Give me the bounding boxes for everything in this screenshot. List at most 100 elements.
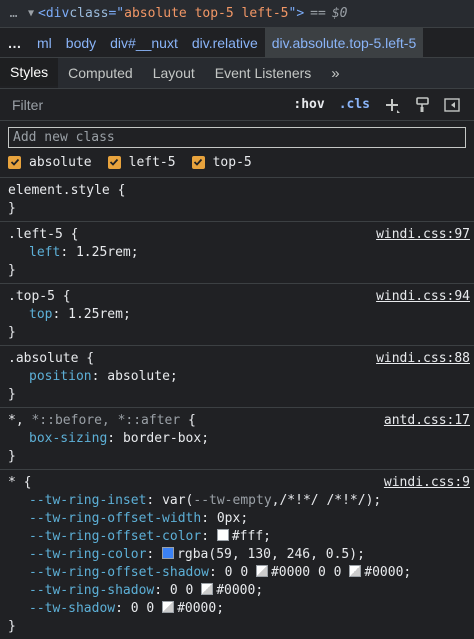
declaration[interactable]: position: absolute; — [8, 368, 466, 386]
property-name[interactable]: top — [29, 307, 52, 322]
var-fallback[interactable]: --tw-empty — [193, 493, 271, 508]
property-value[interactable]: border-box — [123, 431, 201, 446]
console-ref: $0 — [331, 6, 348, 21]
property-value[interactable]: 0 0 — [310, 565, 349, 580]
property-value[interactable]: 1.25rem — [76, 245, 131, 260]
paint-icon[interactable] — [414, 96, 430, 113]
class-label: absolute — [29, 154, 92, 170]
more-tabs-icon[interactable]: » — [321, 58, 349, 88]
declaration[interactable]: --tw-ring-color: rgba(59, 130, 246, 0.5)… — [8, 546, 466, 564]
class-toggle-top-5[interactable]: top-5 — [191, 155, 252, 170]
rule-left-5[interactable]: windi.css:97 .left-5 { left: 1.25rem; } — [0, 222, 474, 284]
source-link[interactable]: windi.css:94 — [376, 288, 470, 306]
checkbox-checked-icon[interactable] — [191, 155, 205, 169]
property-value[interactable]: var( — [162, 493, 193, 508]
property-value[interactable]: rgba(59, 130, 246, 0.5); — [177, 547, 365, 562]
property-value[interactable]: #fff; — [232, 529, 271, 544]
property-name[interactable]: --tw-ring-color — [29, 547, 146, 562]
property-value[interactable]: #0000; — [364, 565, 411, 580]
brace-close: } — [8, 449, 16, 464]
color-swatch[interactable] — [255, 565, 268, 577]
new-style-rule-icon[interactable] — [384, 97, 400, 113]
property-name[interactable]: --tw-ring-offset-color — [29, 529, 201, 544]
rule-selector[interactable]: * — [8, 475, 16, 490]
declaration[interactable]: --tw-ring-shadow: 0 0 #0000; — [8, 582, 466, 600]
property-name[interactable]: box-sizing — [29, 431, 107, 446]
color-swatch[interactable] — [349, 565, 362, 577]
rule-universal[interactable]: antd.css:17 *, *::before, *::after { box… — [0, 408, 474, 470]
class-label: left-5 — [128, 154, 176, 170]
checkbox-checked-icon[interactable] — [107, 155, 121, 169]
property-value[interactable]: 1.25rem — [68, 307, 123, 322]
source-link[interactable]: windi.css:88 — [376, 350, 470, 368]
class-toggle-absolute[interactable]: absolute — [8, 155, 92, 170]
brace-close: } — [8, 387, 16, 402]
property-name[interactable]: --tw-ring-offset-width — [29, 511, 201, 526]
property-value[interactable]: #0000; — [177, 601, 224, 616]
property-value[interactable]: ,/*!*/ /*!*/); — [272, 493, 382, 508]
selected-node-line[interactable]: … ▼ <div class =" absolute top-5 left-5 "> … — [0, 0, 474, 27]
property-name[interactable]: --tw-ring-inset — [29, 493, 146, 508]
property-name[interactable]: left — [29, 245, 60, 260]
class-toggle-left-5[interactable]: left-5 — [107, 154, 176, 170]
color-swatch[interactable] — [216, 529, 229, 541]
declaration[interactable]: --tw-ring-offset-width: 0px; — [8, 510, 466, 528]
filter-input[interactable]: Filter — [0, 97, 293, 113]
property-value[interactable]: absolute — [107, 369, 170, 384]
tab-computed[interactable]: Computed — [58, 58, 143, 88]
node-more-icon[interactable]: … — [0, 6, 28, 21]
property-name[interactable]: position — [29, 369, 92, 384]
property-value[interactable]: 0px; — [217, 511, 248, 526]
expand-triangle-icon[interactable]: ▼ — [28, 8, 34, 19]
tab-styles[interactable]: Styles — [0, 58, 59, 88]
attr-value: absolute top-5 left-5 — [124, 6, 289, 21]
equals-sign: == — [310, 6, 326, 21]
breadcrumb-more-icon[interactable]: … — [0, 35, 30, 51]
breadcrumb-item[interactable]: body — [59, 28, 103, 57]
tab-event-listeners[interactable]: Event Listeners — [205, 58, 322, 88]
property-name[interactable]: --tw-ring-shadow — [29, 583, 154, 598]
add-class-input[interactable]: Add new class — [8, 127, 466, 148]
declaration[interactable]: box-sizing: border-box; — [8, 430, 466, 448]
breadcrumb-item-active[interactable]: div.absolute.top-5.left-5 — [264, 28, 424, 57]
breadcrumb-item[interactable]: div.relative — [185, 28, 265, 57]
brace-close: } — [8, 201, 16, 216]
rule-selector-pseudo[interactable]: *::before, *::after — [24, 413, 180, 428]
hov-button[interactable]: :hov — [293, 97, 324, 112]
declaration[interactable]: left: 1.25rem; — [8, 244, 466, 262]
declaration[interactable]: --tw-ring-offset-color: #fff; — [8, 528, 466, 546]
breadcrumb-item[interactable]: div#__nuxt — [103, 28, 185, 57]
property-name[interactable]: --tw-ring-offset-shadow — [29, 565, 209, 580]
checkbox-checked-icon[interactable] — [8, 155, 21, 169]
rule-selector[interactable]: element.style — [8, 183, 110, 198]
property-value[interactable]: 0 0 — [225, 565, 256, 580]
source-link[interactable]: windi.css:9 — [384, 474, 470, 492]
tab-layout[interactable]: Layout — [143, 58, 205, 88]
rule-selector[interactable]: *, — [8, 413, 24, 428]
rule-absolute[interactable]: windi.css:88 .absolute { position: absol… — [0, 346, 474, 408]
breadcrumb-item[interactable]: ml — [30, 28, 59, 57]
declaration[interactable]: top: 1.25rem; — [8, 306, 466, 324]
rule-selector[interactable]: .left-5 — [8, 227, 63, 242]
toggle-sidebar-icon[interactable] — [444, 97, 460, 113]
rule-top-5[interactable]: windi.css:94 .top-5 { top: 1.25rem; } — [0, 284, 474, 346]
class-toggles: absolute left-5 top-5 — [8, 153, 466, 171]
rule-element-style[interactable]: element.style { } — [0, 178, 474, 222]
property-name[interactable]: --tw-shadow — [29, 601, 115, 616]
cls-button[interactable]: .cls — [339, 97, 370, 112]
declaration[interactable]: --tw-ring-inset: var(--tw-empty,/*!*/ /*… — [8, 492, 466, 510]
rule-star[interactable]: windi.css:9 * { --tw-ring-inset: var(--t… — [0, 470, 474, 639]
property-value[interactable]: 0 0 — [131, 601, 162, 616]
brace-open: { — [180, 413, 196, 428]
rule-selector[interactable]: .top-5 — [8, 289, 55, 304]
color-swatch[interactable] — [201, 583, 214, 595]
property-value[interactable]: 0 0 — [170, 583, 201, 598]
color-swatch[interactable] — [162, 547, 175, 559]
source-link[interactable]: windi.css:97 — [376, 226, 470, 244]
property-value[interactable]: #0000; — [216, 583, 263, 598]
source-link[interactable]: antd.css:17 — [384, 412, 470, 430]
brace-open: { — [54, 289, 71, 304]
declaration[interactable]: --tw-ring-offset-shadow: 0 0 #0000 0 0 #… — [8, 564, 466, 582]
property-value[interactable]: #0000 — [271, 565, 310, 580]
rule-selector[interactable]: .absolute — [8, 351, 78, 366]
